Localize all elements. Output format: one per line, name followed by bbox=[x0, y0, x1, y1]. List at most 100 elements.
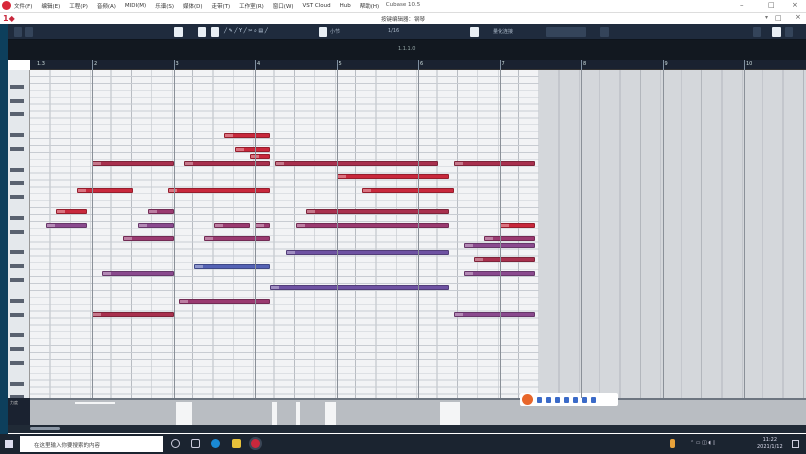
note-grid[interactable] bbox=[30, 70, 539, 398]
midi-note[interactable] bbox=[148, 208, 174, 214]
floating-tool-icon[interactable] bbox=[582, 396, 587, 403]
controller-lane-label[interactable]: 力度 bbox=[8, 398, 30, 425]
midi-note[interactable] bbox=[204, 236, 271, 242]
snap-type-select[interactable]: 小节 bbox=[330, 28, 340, 35]
midi-note[interactable] bbox=[255, 222, 271, 228]
task-view-icon[interactable] bbox=[191, 439, 200, 448]
floating-tool-logo-icon[interactable] bbox=[522, 394, 533, 405]
midi-note[interactable] bbox=[56, 208, 87, 214]
floating-tool-icon[interactable] bbox=[546, 396, 551, 403]
black-key[interactable] bbox=[10, 278, 24, 282]
black-key[interactable] bbox=[10, 347, 24, 351]
window-layout-icon[interactable] bbox=[753, 27, 761, 37]
floating-tool-icon[interactable] bbox=[555, 396, 560, 403]
velocity-bar[interactable] bbox=[440, 402, 460, 425]
quantize-select[interactable]: 1/16 bbox=[388, 28, 399, 34]
length-quantize-select[interactable]: 量化连接 bbox=[493, 28, 513, 35]
draw-tools-icons[interactable]: ╱ ✎ ╱ Y ╱ ✂ ⌕ ▤ ╱ bbox=[224, 28, 268, 34]
midi-note[interactable] bbox=[122, 236, 174, 242]
velocity-bar[interactable] bbox=[75, 402, 115, 404]
black-key[interactable] bbox=[10, 360, 24, 365]
chord-track-icon[interactable] bbox=[772, 27, 781, 37]
close-button[interactable]: × bbox=[792, 1, 798, 9]
black-key[interactable] bbox=[10, 312, 24, 317]
file-explorer-icon[interactable] bbox=[232, 439, 241, 448]
inspector-toggle-icon[interactable] bbox=[14, 27, 22, 37]
black-key[interactable] bbox=[10, 98, 24, 103]
toolbar-setup-icon[interactable] bbox=[785, 27, 793, 37]
black-key[interactable] bbox=[10, 333, 24, 338]
black-key[interactable] bbox=[10, 195, 24, 200]
editor-maximize-button[interactable]: □ bbox=[775, 14, 782, 22]
black-key[interactable] bbox=[10, 133, 24, 138]
editor-close-button[interactable]: × bbox=[795, 13, 801, 21]
black-key[interactable] bbox=[10, 181, 24, 186]
editor-dropdown-icon[interactable]: ▾ bbox=[765, 14, 768, 21]
edge-browser-icon[interactable] bbox=[211, 439, 220, 448]
cubase-taskbar-icon[interactable] bbox=[251, 439, 260, 448]
black-key[interactable] bbox=[10, 167, 24, 172]
midi-note[interactable] bbox=[249, 153, 271, 159]
floating-tool-icon[interactable] bbox=[564, 396, 569, 403]
black-key[interactable] bbox=[10, 146, 24, 151]
velocity-bar[interactable] bbox=[272, 402, 277, 425]
midi-note[interactable] bbox=[499, 222, 536, 228]
velocity-bar[interactable] bbox=[296, 402, 300, 425]
snap-toggle-icon[interactable] bbox=[319, 27, 327, 37]
midi-note[interactable] bbox=[46, 222, 87, 228]
midi-note[interactable] bbox=[453, 160, 536, 166]
midi-note[interactable] bbox=[137, 222, 174, 228]
midi-note[interactable] bbox=[270, 284, 449, 290]
midi-note[interactable] bbox=[474, 257, 536, 263]
notification-icon[interactable] bbox=[792, 440, 799, 448]
taskbar-search-box[interactable]: 在这里输入你要搜索的内容 bbox=[20, 436, 163, 452]
midi-note[interactable] bbox=[224, 132, 271, 138]
black-key[interactable] bbox=[10, 381, 24, 386]
black-key[interactable] bbox=[10, 112, 24, 117]
velocity-bar[interactable] bbox=[325, 402, 336, 425]
midi-note[interactable] bbox=[285, 250, 449, 256]
grid-outside-part[interactable] bbox=[539, 70, 806, 398]
tray-icon[interactable] bbox=[670, 439, 675, 448]
midi-note[interactable] bbox=[453, 312, 536, 318]
setup-icon[interactable] bbox=[600, 27, 609, 37]
midi-note[interactable] bbox=[336, 174, 449, 180]
black-key[interactable] bbox=[10, 84, 24, 89]
black-key[interactable] bbox=[10, 215, 24, 220]
midi-note[interactable] bbox=[102, 270, 174, 276]
midi-note[interactable] bbox=[92, 160, 174, 166]
ruler[interactable]: 1.3 2 3 4 5 6 7 8 9 10 bbox=[30, 60, 806, 70]
windows-start-icon[interactable] bbox=[5, 440, 13, 448]
tray-icons[interactable]: ⌃ ▭ ◫ ◖ ▯ bbox=[690, 440, 715, 446]
black-key[interactable] bbox=[10, 229, 24, 234]
midi-note[interactable] bbox=[92, 312, 174, 318]
black-key[interactable] bbox=[10, 264, 24, 269]
midi-note[interactable] bbox=[234, 146, 271, 152]
black-key[interactable] bbox=[10, 298, 24, 303]
taskbar-clock[interactable]: 11:22 2021/1/12 bbox=[757, 437, 783, 451]
midi-note[interactable] bbox=[183, 160, 271, 166]
object-select-tool-icon[interactable] bbox=[198, 27, 206, 37]
horizontal-scrollbar[interactable] bbox=[8, 425, 806, 433]
solo-editor-icon[interactable] bbox=[174, 27, 183, 37]
floating-tool-icon[interactable] bbox=[591, 396, 596, 403]
velocity-bar[interactable] bbox=[176, 402, 192, 425]
trim-tool-icon[interactable] bbox=[211, 27, 219, 37]
midi-note[interactable] bbox=[484, 236, 536, 242]
floating-tool-icon[interactable] bbox=[573, 396, 578, 403]
minimize-button[interactable]: – bbox=[740, 1, 744, 9]
info-line-toggle-icon[interactable] bbox=[25, 27, 33, 37]
midi-note[interactable] bbox=[275, 160, 439, 166]
floating-tool-icon[interactable] bbox=[537, 396, 542, 403]
black-key[interactable] bbox=[10, 250, 24, 255]
midi-note[interactable] bbox=[178, 298, 271, 304]
midi-note[interactable] bbox=[214, 222, 250, 228]
quantize-icon[interactable] bbox=[470, 27, 479, 37]
color-select[interactable] bbox=[546, 27, 586, 37]
scrollbar-thumb[interactable] bbox=[30, 427, 60, 430]
midi-note[interactable] bbox=[193, 264, 271, 269]
midi-note[interactable] bbox=[295, 222, 449, 228]
velocity-controller-lane[interactable] bbox=[30, 398, 806, 425]
piano-keyboard[interactable] bbox=[8, 70, 30, 400]
maximize-button[interactable]: □ bbox=[768, 1, 775, 9]
